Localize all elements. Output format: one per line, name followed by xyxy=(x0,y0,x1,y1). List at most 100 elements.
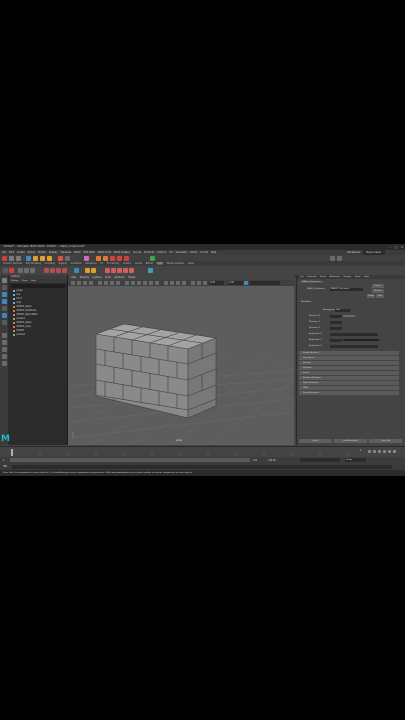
menu-surfaces[interactable]: Surfaces xyxy=(144,251,154,254)
resolution-gate-icon[interactable] xyxy=(110,281,114,285)
menu-help[interactable]: Help xyxy=(211,251,216,254)
viewport-menu-view[interactable]: View xyxy=(71,276,76,279)
magnet-icon[interactable] xyxy=(84,255,89,261)
shelf-tab[interactable]: XGen xyxy=(188,262,194,265)
menu-deform[interactable]: Deform xyxy=(157,251,166,254)
viewport-menu-lighting[interactable]: Lighting xyxy=(93,276,102,279)
section-header[interactable]: UUID xyxy=(299,386,399,390)
viewport-menu-show[interactable]: Show xyxy=(105,276,111,279)
wireframe-icon[interactable] xyxy=(125,281,129,285)
minimize-icon[interactable]: – xyxy=(388,245,392,249)
shelf-icon[interactable] xyxy=(111,268,116,273)
textured-icon[interactable] xyxy=(143,281,147,285)
view-transform-select[interactable] xyxy=(250,281,280,285)
distance-x-slider[interactable] xyxy=(343,315,355,317)
shelf-tab[interactable]: Sculpting xyxy=(45,262,55,265)
outliner-item[interactable]: pCube2 xyxy=(9,333,67,337)
shadows-icon[interactable] xyxy=(155,281,159,285)
menu-mesh-tools[interactable]: Mesh Tools xyxy=(98,251,111,254)
section-header[interactable]: Enable Buttons xyxy=(299,351,399,355)
channel-box-icon[interactable] xyxy=(337,255,342,261)
motion-blur-icon[interactable] xyxy=(170,281,174,285)
range-bar[interactable] xyxy=(10,458,250,462)
layout-persp-outliner-icon[interactable] xyxy=(1,361,7,366)
smooth-shade-icon[interactable] xyxy=(131,281,135,285)
command-input[interactable] xyxy=(12,465,392,469)
section-header[interactable]: Node Behavior xyxy=(299,381,399,385)
time-slider[interactable]: 1 xyxy=(0,446,405,457)
snap-grid-icon[interactable] xyxy=(33,255,38,261)
shelf-tab[interactable]: Arnold xyxy=(135,262,142,265)
outliner-menu-help[interactable]: Help xyxy=(31,280,36,282)
shelf-icon[interactable] xyxy=(123,268,128,273)
anim-end-field[interactable]: 120.00 xyxy=(268,459,276,462)
scale-tool-icon[interactable] xyxy=(1,313,7,318)
history-icon[interactable] xyxy=(103,255,108,261)
amplitude-y-field[interactable] xyxy=(330,338,342,342)
ao-icon[interactable] xyxy=(164,281,168,285)
gamma-field[interactable]: 1.00 xyxy=(228,281,243,285)
attr-menu-display[interactable]: Display xyxy=(344,276,352,278)
outliner-menu-display[interactable]: Display xyxy=(11,280,18,282)
symmetry-icon[interactable] xyxy=(96,255,101,261)
show-button[interactable]: Show xyxy=(367,294,375,298)
node-tab[interactable]: MASH_Distribute1 xyxy=(300,281,323,283)
distance-y-field[interactable] xyxy=(330,320,342,324)
character-set-select[interactable] xyxy=(300,458,340,462)
lights-icon[interactable] xyxy=(149,281,153,285)
maximize-icon[interactable]: □ xyxy=(394,245,398,249)
range-start-field[interactable]: 1 xyxy=(3,459,4,462)
menu-create[interactable]: Create xyxy=(17,251,25,254)
color-management-icon[interactable] xyxy=(244,281,248,285)
arnold-icon[interactable] xyxy=(150,255,155,261)
shelf-tab[interactable]: Custom xyxy=(123,262,131,265)
shelf-icon[interactable] xyxy=(18,268,23,273)
lasso-icon[interactable] xyxy=(1,285,7,290)
attr-menu-show[interactable]: Show xyxy=(355,276,361,278)
menu-mesh-display[interactable]: Mesh Display xyxy=(114,251,130,254)
section-header[interactable]: Transforms xyxy=(299,356,399,360)
node-name-field[interactable]: MASH1_Distribute xyxy=(330,287,363,291)
step-forward-icon[interactable] xyxy=(388,450,391,453)
range-end-field[interactable]: 120 xyxy=(253,459,257,462)
shelf-icon[interactable] xyxy=(50,268,55,273)
distance-z-field[interactable] xyxy=(330,326,342,330)
isolate-select-icon[interactable] xyxy=(191,281,195,285)
amplitude-y-slider[interactable] xyxy=(343,339,379,341)
layout-single-icon[interactable] xyxy=(1,333,7,338)
anti-alias-icon[interactable] xyxy=(176,281,180,285)
gate-mask-icon[interactable] xyxy=(116,281,120,285)
outliner-menu-show[interactable]: Show xyxy=(22,280,27,282)
shelf-tab[interactable]: Bifrost xyxy=(146,262,153,265)
select-button[interactable]: Select xyxy=(299,439,332,443)
viewport-menu-shading[interactable]: Shading xyxy=(80,276,89,279)
snap-point-icon[interactable] xyxy=(47,255,52,261)
render-settings-icon[interactable] xyxy=(117,255,122,261)
layout-two-icon[interactable] xyxy=(1,347,7,352)
open-scene-icon[interactable] xyxy=(9,255,14,261)
select-tool-icon[interactable] xyxy=(3,268,8,273)
section-header[interactable]: Extra Attributes xyxy=(299,391,399,395)
shelf-icon[interactable] xyxy=(129,268,134,273)
menu-mesh[interactable]: Mesh xyxy=(74,251,80,254)
shelf-icon[interactable] xyxy=(62,268,67,273)
wireframe-on-shaded-icon[interactable] xyxy=(137,281,141,285)
snap-curve-icon[interactable] xyxy=(40,255,45,261)
menu-select[interactable]: Select xyxy=(28,251,35,254)
bookmark-icon[interactable] xyxy=(83,281,87,285)
play-forward-icon[interactable] xyxy=(383,450,386,453)
menu-cache[interactable]: Cache xyxy=(190,251,197,254)
distance-x-field[interactable] xyxy=(330,314,342,318)
camera-attr-icon[interactable] xyxy=(77,281,81,285)
last-tool-icon[interactable] xyxy=(1,320,7,325)
depth-of-field-icon[interactable] xyxy=(182,281,186,285)
menu-windows[interactable]: Windows xyxy=(61,251,72,254)
menu-edit-mesh[interactable]: Edit Mesh xyxy=(83,251,95,254)
new-scene-icon[interactable] xyxy=(2,255,7,261)
shelf-icon[interactable] xyxy=(56,268,61,273)
attr-menu-focus[interactable]: Focus xyxy=(320,276,326,278)
amplitude-x-field[interactable] xyxy=(330,332,378,336)
render-icon[interactable] xyxy=(58,255,63,261)
attr-menu-list[interactable]: List xyxy=(300,276,304,278)
focus-button[interactable]: Focus xyxy=(372,284,384,288)
